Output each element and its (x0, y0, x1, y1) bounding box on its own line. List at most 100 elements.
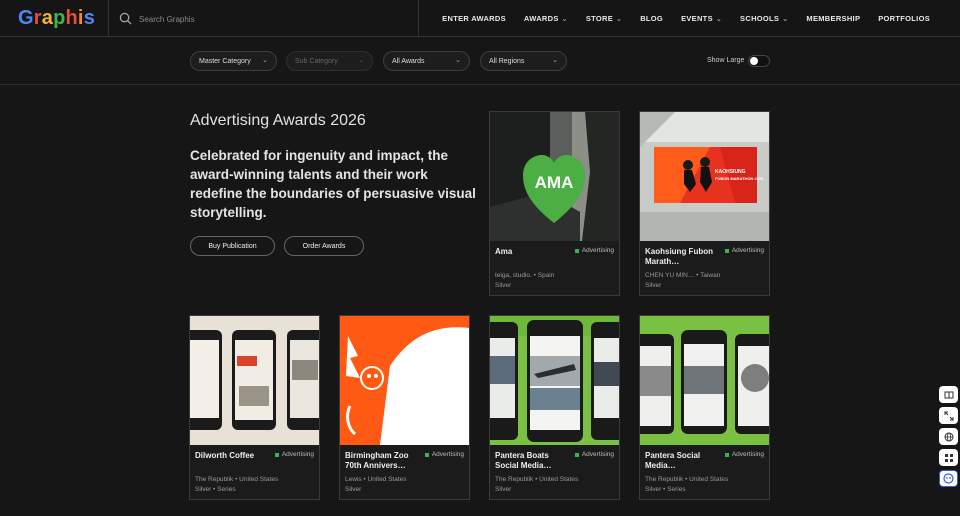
pantera-social-thumbnail-image (640, 316, 769, 445)
award-card[interactable]: KAOHSIUNG FUBON MARATHON 2026 Kaohsiung … (639, 111, 770, 296)
card-category: Advertising (724, 451, 764, 458)
show-large-toggle[interactable] (748, 55, 770, 67)
award-card[interactable]: AMA Ama Advertising teiga, studio. • Spa… (489, 111, 620, 296)
master-category-label: Master Category (199, 57, 251, 65)
card-category: Advertising (274, 451, 314, 458)
category-label: Advertising (731, 451, 764, 458)
nav-item-label: PORTFOLIOS (878, 14, 930, 23)
logo-letter: a (41, 7, 54, 29)
category-label: Advertising (581, 451, 614, 458)
card-award-level: Silver (645, 282, 662, 289)
nav-item-membership[interactable]: MEMBERSHIP (806, 14, 860, 23)
show-large-label: Show Large (707, 57, 745, 64)
category-dot-icon (424, 452, 429, 457)
category-dot-icon (724, 248, 729, 253)
card-thumbnail (490, 316, 619, 445)
logo-letter: G (18, 7, 34, 29)
expand-icon[interactable] (939, 407, 958, 424)
category-label: Advertising (431, 451, 464, 458)
header-divider (108, 0, 109, 37)
chevron-down-icon: ⌄ (782, 15, 789, 23)
nav-item-label: EVENTS (681, 14, 713, 23)
awards-label: All Awards (392, 57, 425, 65)
nav-item-label: SCHOOLS (740, 14, 780, 23)
category-dot-icon (574, 248, 579, 253)
nav-item-blog[interactable]: BLOG (640, 14, 663, 23)
ama-logo-text: AMA (535, 173, 574, 192)
card-credit: The Republik • United States (645, 476, 729, 483)
award-card[interactable]: Birmingham Zoo 70th Annivers… Advertisin… (339, 315, 470, 500)
logo-letter: p (53, 7, 66, 29)
regions-select[interactable]: All Regions ⌄ (480, 51, 567, 71)
marathon-poster-text: FUBON MARATHON 2026 (715, 176, 764, 181)
top-navigation-bar: Graphis ENTER AWARDSAWARDS⌄STORE⌄BLOGEVE… (0, 0, 960, 37)
nav-item-label: MEMBERSHIP (806, 14, 861, 23)
category-dot-icon (724, 452, 729, 457)
card-title: Pantera Social Media… (645, 451, 701, 470)
search-icon[interactable] (119, 12, 132, 25)
page-title: Advertising Awards 2026 (190, 112, 366, 129)
card-credit: CHEN YU MIN… • Taiwan (645, 272, 721, 279)
logo-letter: s (83, 7, 96, 29)
award-card[interactable]: Pantera Boats Social Media… Advertising … (489, 315, 620, 500)
card-title: Kaohsiung Fubon Marath… (645, 247, 713, 266)
book-icon[interactable] (939, 386, 958, 403)
marathon-thumbnail-image: KAOHSIUNG FUBON MARATHON 2026 (640, 112, 769, 241)
zoo-thumbnail-image (340, 316, 469, 445)
globe-icon[interactable] (939, 428, 958, 445)
category-dot-icon (574, 452, 579, 457)
card-thumbnail (340, 316, 469, 445)
nav-item-events[interactable]: EVENTS ⌄ (681, 14, 722, 23)
nav-item-schools[interactable]: SCHOOLS ⌄ (740, 14, 788, 23)
card-thumbnail: AMA (490, 112, 619, 241)
card-category: Advertising (724, 247, 764, 254)
card-category: Advertising (424, 451, 464, 458)
nav-item-portfolios[interactable]: PORTFOLIOS (878, 14, 930, 23)
card-thumbnail: KAOHSIUNG FUBON MARATHON 2026 (640, 112, 769, 241)
category-label: Advertising (581, 247, 614, 254)
order-awards-button[interactable]: Order Awards (284, 236, 364, 256)
sub-category-select[interactable]: Sub Category ⌄ (286, 51, 373, 71)
search-input[interactable] (139, 11, 319, 27)
awards-select[interactable]: All Awards ⌄ (383, 51, 470, 71)
sub-category-label: Sub Category (295, 57, 338, 65)
master-category-select[interactable]: Master Category ⌄ (190, 51, 277, 71)
category-dot-icon (274, 452, 279, 457)
nav-item-label: AWARDS (523, 14, 559, 23)
logo-letter: h (65, 7, 78, 29)
card-category: Advertising (574, 451, 614, 458)
regions-label: All Regions (489, 57, 525, 65)
chevron-down-icon: ⌄ (262, 57, 268, 64)
award-card[interactable]: Pantera Social Media… Advertising The Re… (639, 315, 770, 500)
card-credit: Lewis • United States (345, 476, 407, 483)
card-award-level: Silver • Series (645, 486, 686, 493)
card-thumbnail (640, 316, 769, 445)
graphis-logo[interactable]: Graphis (18, 7, 95, 30)
nav-item-label: ENTER AWARDS (442, 14, 506, 23)
ama-thumbnail-image: AMA (490, 112, 619, 241)
award-card[interactable]: Dilworth Coffee Advertising The Republik… (189, 315, 320, 500)
card-credit: teiga, studio. • Spain (495, 272, 555, 279)
header-divider (418, 0, 419, 37)
grid-icon[interactable] (939, 449, 958, 466)
card-title: Birmingham Zoo 70th Annivers… (345, 451, 409, 470)
nav-item-enter-awards[interactable]: ENTER AWARDS (442, 14, 506, 23)
buy-publication-button[interactable]: Buy Publication (190, 236, 275, 256)
marathon-poster-text: KAOHSIUNG (715, 169, 746, 175)
nav-item-label: STORE (585, 14, 614, 23)
card-category: Advertising (574, 247, 614, 254)
chevron-down-icon: ⌄ (616, 15, 623, 23)
filter-bar: Master Category ⌄ Sub Category ⌄ All Awa… (0, 37, 960, 85)
card-title: Pantera Boats Social Media… (495, 451, 552, 470)
card-thumbnail (190, 316, 319, 445)
card-award-level: Silver • Series (195, 486, 236, 493)
card-credit: The Republik • United States (195, 476, 279, 483)
nav-item-awards[interactable]: AWARDS ⌄ (524, 14, 568, 23)
assistant-icon[interactable] (939, 470, 958, 487)
chevron-down-icon: ⌄ (358, 57, 364, 64)
category-label: Advertising (281, 451, 314, 458)
nav-item-store[interactable]: STORE ⌄ (586, 14, 622, 23)
card-award-level: Silver (495, 486, 512, 493)
nav-item-label: BLOG (640, 14, 664, 23)
chevron-down-icon: ⌄ (715, 15, 723, 23)
